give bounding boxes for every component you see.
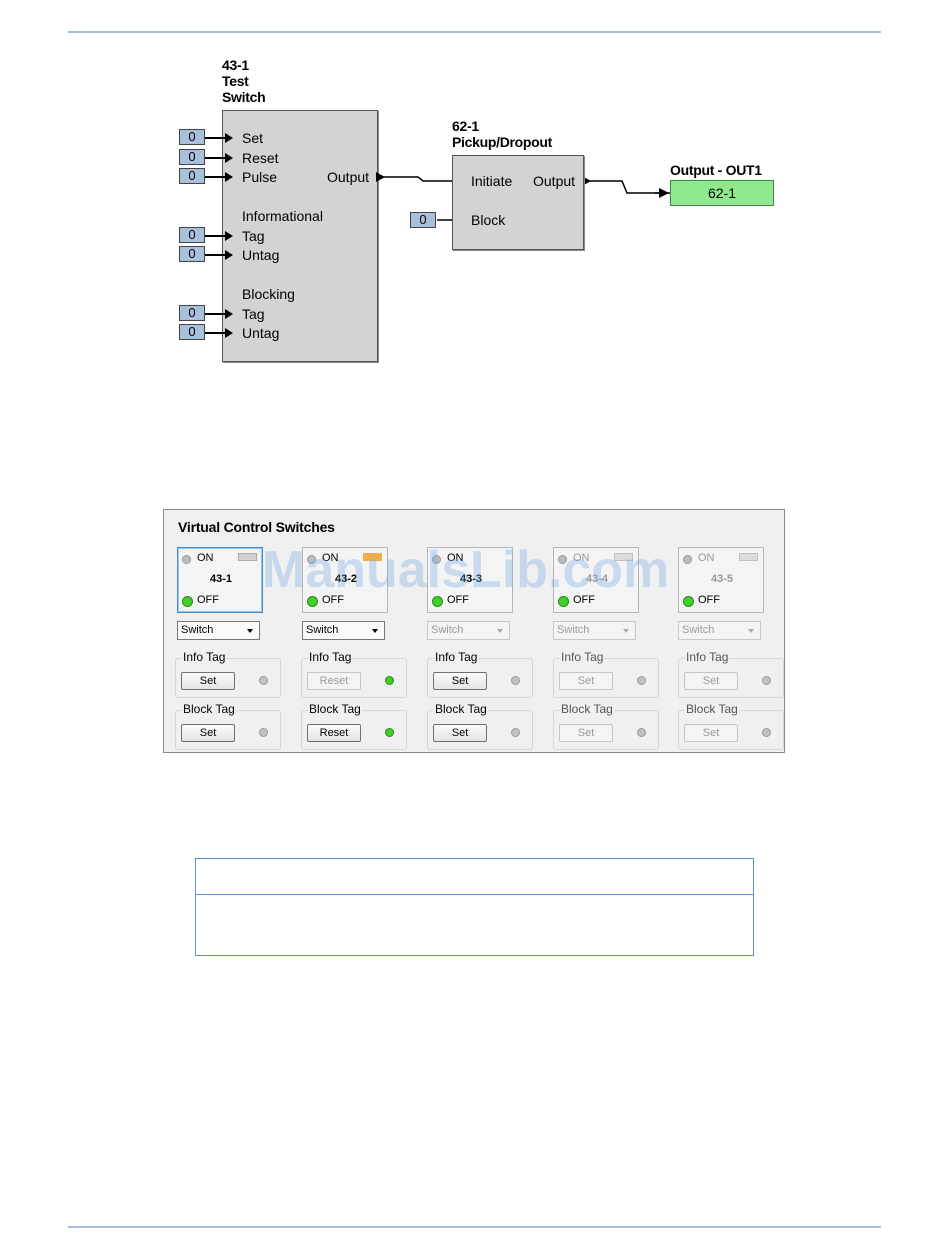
chevron-down-icon — [497, 629, 503, 633]
switch-43-3-block-tag-group: Block Tag Set — [427, 702, 533, 750]
panel-title: Virtual Control Switches — [178, 519, 335, 535]
info-tag-led-icon — [385, 676, 394, 685]
tag-indicator — [739, 553, 758, 561]
block-tag-set-button[interactable]: Set — [181, 724, 235, 742]
block-tag-label: Block Tag — [434, 702, 488, 716]
on-label: ON — [197, 552, 214, 564]
pickup-block-id: 62-1 — [452, 118, 479, 134]
block-tag-set-button[interactable]: Set — [684, 724, 738, 742]
info-tag-led-icon — [511, 676, 520, 685]
switch-43-5[interactable]: ON 43-5 OFF — [678, 547, 764, 613]
switch-43-4-block-tag-group: Block Tag Set — [553, 702, 659, 750]
note-box-divider — [196, 894, 753, 895]
switch-43-2-info-tag-group: Info Tag Reset — [301, 650, 407, 698]
block-tag-led-icon — [762, 728, 771, 737]
switch-output-arrow-icon — [376, 172, 385, 182]
bottom-rule — [68, 1226, 881, 1228]
pin-block-label: Block — [471, 212, 506, 228]
switch-name: 43-1 — [209, 573, 233, 585]
pickup-block-name: Pickup/Dropout — [452, 134, 553, 150]
dropdown-value: Switch — [181, 624, 214, 636]
dropdown-value: Switch — [306, 624, 339, 636]
pin-initiate-label: Initiate — [471, 173, 513, 189]
switch-43-1[interactable]: ON 43-1 OFF — [177, 547, 263, 613]
switch-43-5-block-tag-group: Block Tag Set — [678, 702, 784, 750]
info-tag-label: Info Tag — [308, 650, 353, 664]
switch-43-2-mode-dropdown[interactable]: Switch — [302, 621, 385, 640]
wire-pickup-to-output — [583, 180, 660, 194]
info-tag-led-icon — [762, 676, 771, 685]
block-tag-label: Block Tag — [685, 702, 739, 716]
info-tag-label: Info Tag — [434, 650, 479, 664]
switch-43-2-block-tag-group: Block Tag Reset — [301, 702, 407, 750]
switch-43-5-info-tag-group: Info Tag Set — [678, 650, 784, 698]
off-label: OFF — [197, 594, 219, 606]
chevron-down-icon — [748, 629, 754, 633]
off-indicator-icon — [683, 596, 694, 607]
block-tag-set-button[interactable]: Set — [559, 724, 613, 742]
off-label: OFF — [698, 594, 720, 606]
dropdown-value: Switch — [557, 624, 590, 636]
switch-43-5-mode-dropdown[interactable]: Switch — [678, 621, 761, 640]
block-tag-reset-button[interactable]: Reset — [307, 724, 361, 742]
block-tag-led-icon — [511, 728, 520, 737]
switch-43-1-block-tag-group: Block Tag Set — [175, 702, 281, 750]
info-tag-label: Info Tag — [685, 650, 730, 664]
block-tag-led-icon — [385, 728, 394, 737]
switch-43-3-info-tag-group: Info Tag Set — [427, 650, 533, 698]
wire-switch-to-pickup — [377, 176, 455, 182]
block-tag-set-button[interactable]: Set — [433, 724, 487, 742]
info-tag-label: Info Tag — [182, 650, 227, 664]
block-tag-led-icon — [259, 728, 268, 737]
chevron-down-icon — [247, 629, 253, 633]
block-tag-label: Block Tag — [182, 702, 236, 716]
tag-indicator — [238, 553, 257, 561]
block-tag-label: Block Tag — [308, 702, 362, 716]
chevron-down-icon — [623, 629, 629, 633]
info-tag-led-icon — [259, 676, 268, 685]
dropdown-value: Switch — [682, 624, 715, 636]
off-indicator-icon — [182, 596, 193, 607]
pickup-block-title: 62-1 Pickup/Dropout — [452, 118, 552, 150]
output-title: Output - OUT1 — [670, 162, 762, 178]
block-tag-led-icon — [637, 728, 646, 737]
info-tag-led-icon — [637, 676, 646, 685]
info-tag-set-button[interactable]: Set — [559, 672, 613, 690]
chevron-down-icon — [372, 629, 378, 633]
switch-43-3-mode-dropdown[interactable]: Switch — [427, 621, 510, 640]
info-tag-set-button[interactable]: Set — [684, 672, 738, 690]
dropdown-value: Switch — [431, 624, 464, 636]
info-tag-reset-button[interactable]: Reset — [307, 672, 361, 690]
switch-43-1-mode-dropdown[interactable]: Switch — [177, 621, 260, 640]
switch-43-4-mode-dropdown[interactable]: Switch — [553, 621, 636, 640]
on-indicator-icon — [683, 555, 692, 564]
info-tag-set-button[interactable]: Set — [433, 672, 487, 690]
info-tag-set-button[interactable]: Set — [181, 672, 235, 690]
pickup-output-label: Output — [533, 173, 576, 189]
on-label: ON — [698, 552, 715, 564]
info-tag-label: Info Tag — [560, 650, 605, 664]
block-tag-label: Block Tag — [560, 702, 614, 716]
pickup-block[interactable] — [452, 155, 584, 250]
note-box — [195, 858, 754, 956]
input-block-value[interactable]: 0 — [410, 212, 436, 228]
on-indicator-icon — [182, 555, 191, 564]
output-out1-box[interactable]: 62-1 — [670, 180, 774, 206]
switch-43-1-info-tag-group: Info Tag Set — [175, 650, 281, 698]
watermark: ManualsLib.com — [262, 541, 670, 599]
switch-name: 43-5 — [710, 573, 734, 585]
switch-43-4-info-tag-group: Info Tag Set — [553, 650, 659, 698]
